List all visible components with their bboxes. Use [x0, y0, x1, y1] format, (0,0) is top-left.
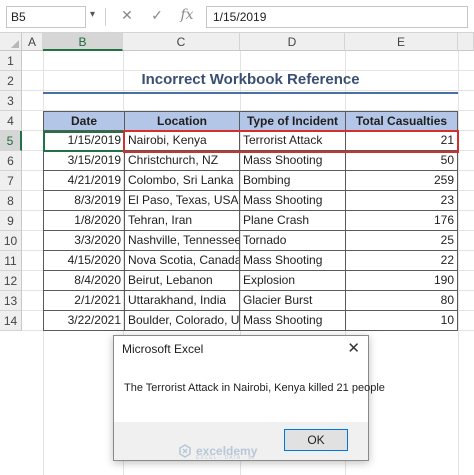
formula-bar: B5 ▾ ✕ ✓ fx 1/15/2019 [0, 0, 474, 33]
table-row: 1/15/2019 Nairobi, Kenya Terrorist Attack 2… [43, 131, 458, 151]
cell-casualties[interactable]: 80 [346, 291, 458, 311]
column-header-filler [458, 33, 474, 51]
cancel-x-icon[interactable]: ✕ [118, 7, 136, 27]
cell-location[interactable]: Nashville, Tennessee [125, 231, 240, 251]
cell-date[interactable]: 2/1/2021 [43, 291, 125, 311]
table-header-row: Date Location Type of Incident Total Cas… [43, 111, 458, 131]
cell-location[interactable]: Colombo, Sri Lanka [125, 171, 240, 191]
row-header-12[interactable]: 12 [0, 271, 22, 291]
cell-type[interactable]: Mass Shooting [240, 151, 346, 171]
row-header-1[interactable]: 1 [0, 51, 22, 71]
row-header-8[interactable]: 8 [0, 191, 22, 211]
formula-input[interactable]: 1/15/2019 [206, 6, 468, 28]
cell-type[interactable]: Mass Shooting [240, 311, 346, 331]
table-row: 8/4/2020 Beirut, Lebanon Explosion 190 [43, 271, 458, 291]
cell-casualties[interactable]: 23 [346, 191, 458, 211]
cell-type[interactable]: Plane Crash [240, 211, 346, 231]
insert-function-icon[interactable]: fx [178, 7, 196, 27]
cell-casualties[interactable]: 190 [346, 271, 458, 291]
name-box[interactable]: B5 [6, 6, 86, 28]
watermark-tagline: EXCEL · DATA · BI [196, 455, 256, 461]
cell-casualties[interactable]: 50 [346, 151, 458, 171]
select-all-button[interactable] [0, 33, 22, 51]
cell-date[interactable]: 3/22/2021 [43, 311, 125, 331]
grid-column-line [458, 51, 459, 475]
cell-type[interactable]: Terrorist Attack [240, 131, 346, 151]
header-location[interactable]: Location [125, 111, 240, 131]
table-row: 1/8/2020 Tehran, Iran Plane Crash 176 [43, 211, 458, 231]
row-header-2[interactable]: 2 [0, 71, 22, 91]
cell-date[interactable]: 4/15/2020 [43, 251, 125, 271]
cell-type[interactable]: Mass Shooting [240, 251, 346, 271]
row-header-10[interactable]: 10 [0, 231, 22, 251]
close-icon[interactable]: ✕ [347, 339, 360, 357]
table-row: 3/22/2021Boulder, Colorado, USAMass Shoo… [43, 311, 458, 331]
dialog-title: Microsoft Excel [122, 342, 204, 356]
cell-date[interactable]: 1/15/2019 [43, 131, 125, 151]
column-header-e[interactable]: E [345, 33, 458, 51]
cell-casualties[interactable]: 21 [346, 131, 458, 151]
cell-date[interactable]: 4/21/2019 [43, 171, 125, 191]
table-row: 4/15/2020 Nova Scotia, Canada Mass Shootin… [43, 251, 458, 271]
column-header-b[interactable]: B [43, 33, 123, 51]
row-header-9[interactable]: 9 [0, 211, 22, 231]
cell-date[interactable]: 1/8/2020 [43, 211, 125, 231]
cell-casualties[interactable]: 10 [346, 311, 458, 331]
cell-casualties[interactable]: 22 [346, 251, 458, 271]
row-header-4[interactable]: 4 [0, 111, 22, 131]
cell-location[interactable]: Uttarakhand, India [125, 291, 240, 311]
cell-type[interactable]: Tornado [240, 231, 346, 251]
sheet-title: Incorrect Workbook Reference [141, 71, 360, 88]
cell-location[interactable]: Boulder, Colorado, USA [125, 311, 240, 331]
table-row: 8/3/2019 El Paso, Texas, USA Mass Shooting… [43, 191, 458, 211]
enter-check-icon[interactable]: ✓ [148, 7, 166, 27]
cell-location[interactable]: Nova Scotia, Canada [125, 251, 240, 271]
cell-type[interactable]: Glacier Burst [240, 291, 346, 311]
formula-bar-divider [105, 8, 106, 26]
cell-location[interactable]: El Paso, Texas, USA [125, 191, 240, 211]
row-header-13[interactable]: 13 [0, 291, 22, 311]
cell-date[interactable]: 8/3/2019 [43, 191, 125, 211]
cell-casualties[interactable]: 25 [346, 231, 458, 251]
dialog-message: The Terrorist Attack in Nairobi, Kenya k… [124, 382, 385, 394]
chevron-down-icon[interactable]: ▾ [90, 9, 95, 20]
table-row: 2/1/2021 Uttarakhand, India Glacier Burst 8… [43, 291, 458, 311]
cell-location[interactable]: Christchurch, NZ [125, 151, 240, 171]
cell-type[interactable]: Bombing [240, 171, 346, 191]
cell-casualties[interactable]: 259 [346, 171, 458, 191]
exceldemy-logo-icon [179, 444, 191, 458]
row-header-6[interactable]: 6 [0, 151, 22, 171]
row-header-11[interactable]: 11 [0, 251, 22, 271]
table-row: 4/21/2019 Colombo, Sri Lanka Bombing 259 [43, 171, 458, 191]
header-date[interactable]: Date [43, 111, 125, 131]
column-header-c[interactable]: C [123, 33, 240, 51]
ok-button[interactable]: OK [284, 429, 348, 451]
cell-location[interactable]: Beirut, Lebanon [125, 271, 240, 291]
row-header-7[interactable]: 7 [0, 171, 22, 191]
cell-type[interactable]: Mass Shooting [240, 191, 346, 211]
header-total-casualties[interactable]: Total Casualties [346, 111, 458, 131]
row-header-5[interactable]: 5 [0, 131, 22, 151]
cell-date[interactable]: 3/3/2020 [43, 231, 125, 251]
cell-type[interactable]: Explosion [240, 271, 346, 291]
row-header-14[interactable]: 14 [0, 311, 22, 331]
cell-date[interactable]: 3/15/2019 [43, 151, 125, 171]
column-header-d[interactable]: D [240, 33, 345, 51]
select-all-triangle-icon [11, 40, 19, 48]
cell-location[interactable]: Tehran, Iran [125, 211, 240, 231]
title-underline [43, 92, 458, 94]
table-row: 3/15/2019 Christchurch, NZ Mass Shooting 50 [43, 151, 458, 171]
row-header-3[interactable]: 3 [0, 91, 22, 111]
table-row: 3/3/2020 Nashville, Tennessee Tornado 25 [43, 231, 458, 251]
column-header-a[interactable]: A [22, 33, 43, 51]
cell-location[interactable]: Nairobi, Kenya [125, 131, 240, 151]
cell-casualties[interactable]: 176 [346, 211, 458, 231]
header-type-of-incident[interactable]: Type of Incident [240, 111, 346, 131]
cell-date[interactable]: 8/4/2020 [43, 271, 125, 291]
